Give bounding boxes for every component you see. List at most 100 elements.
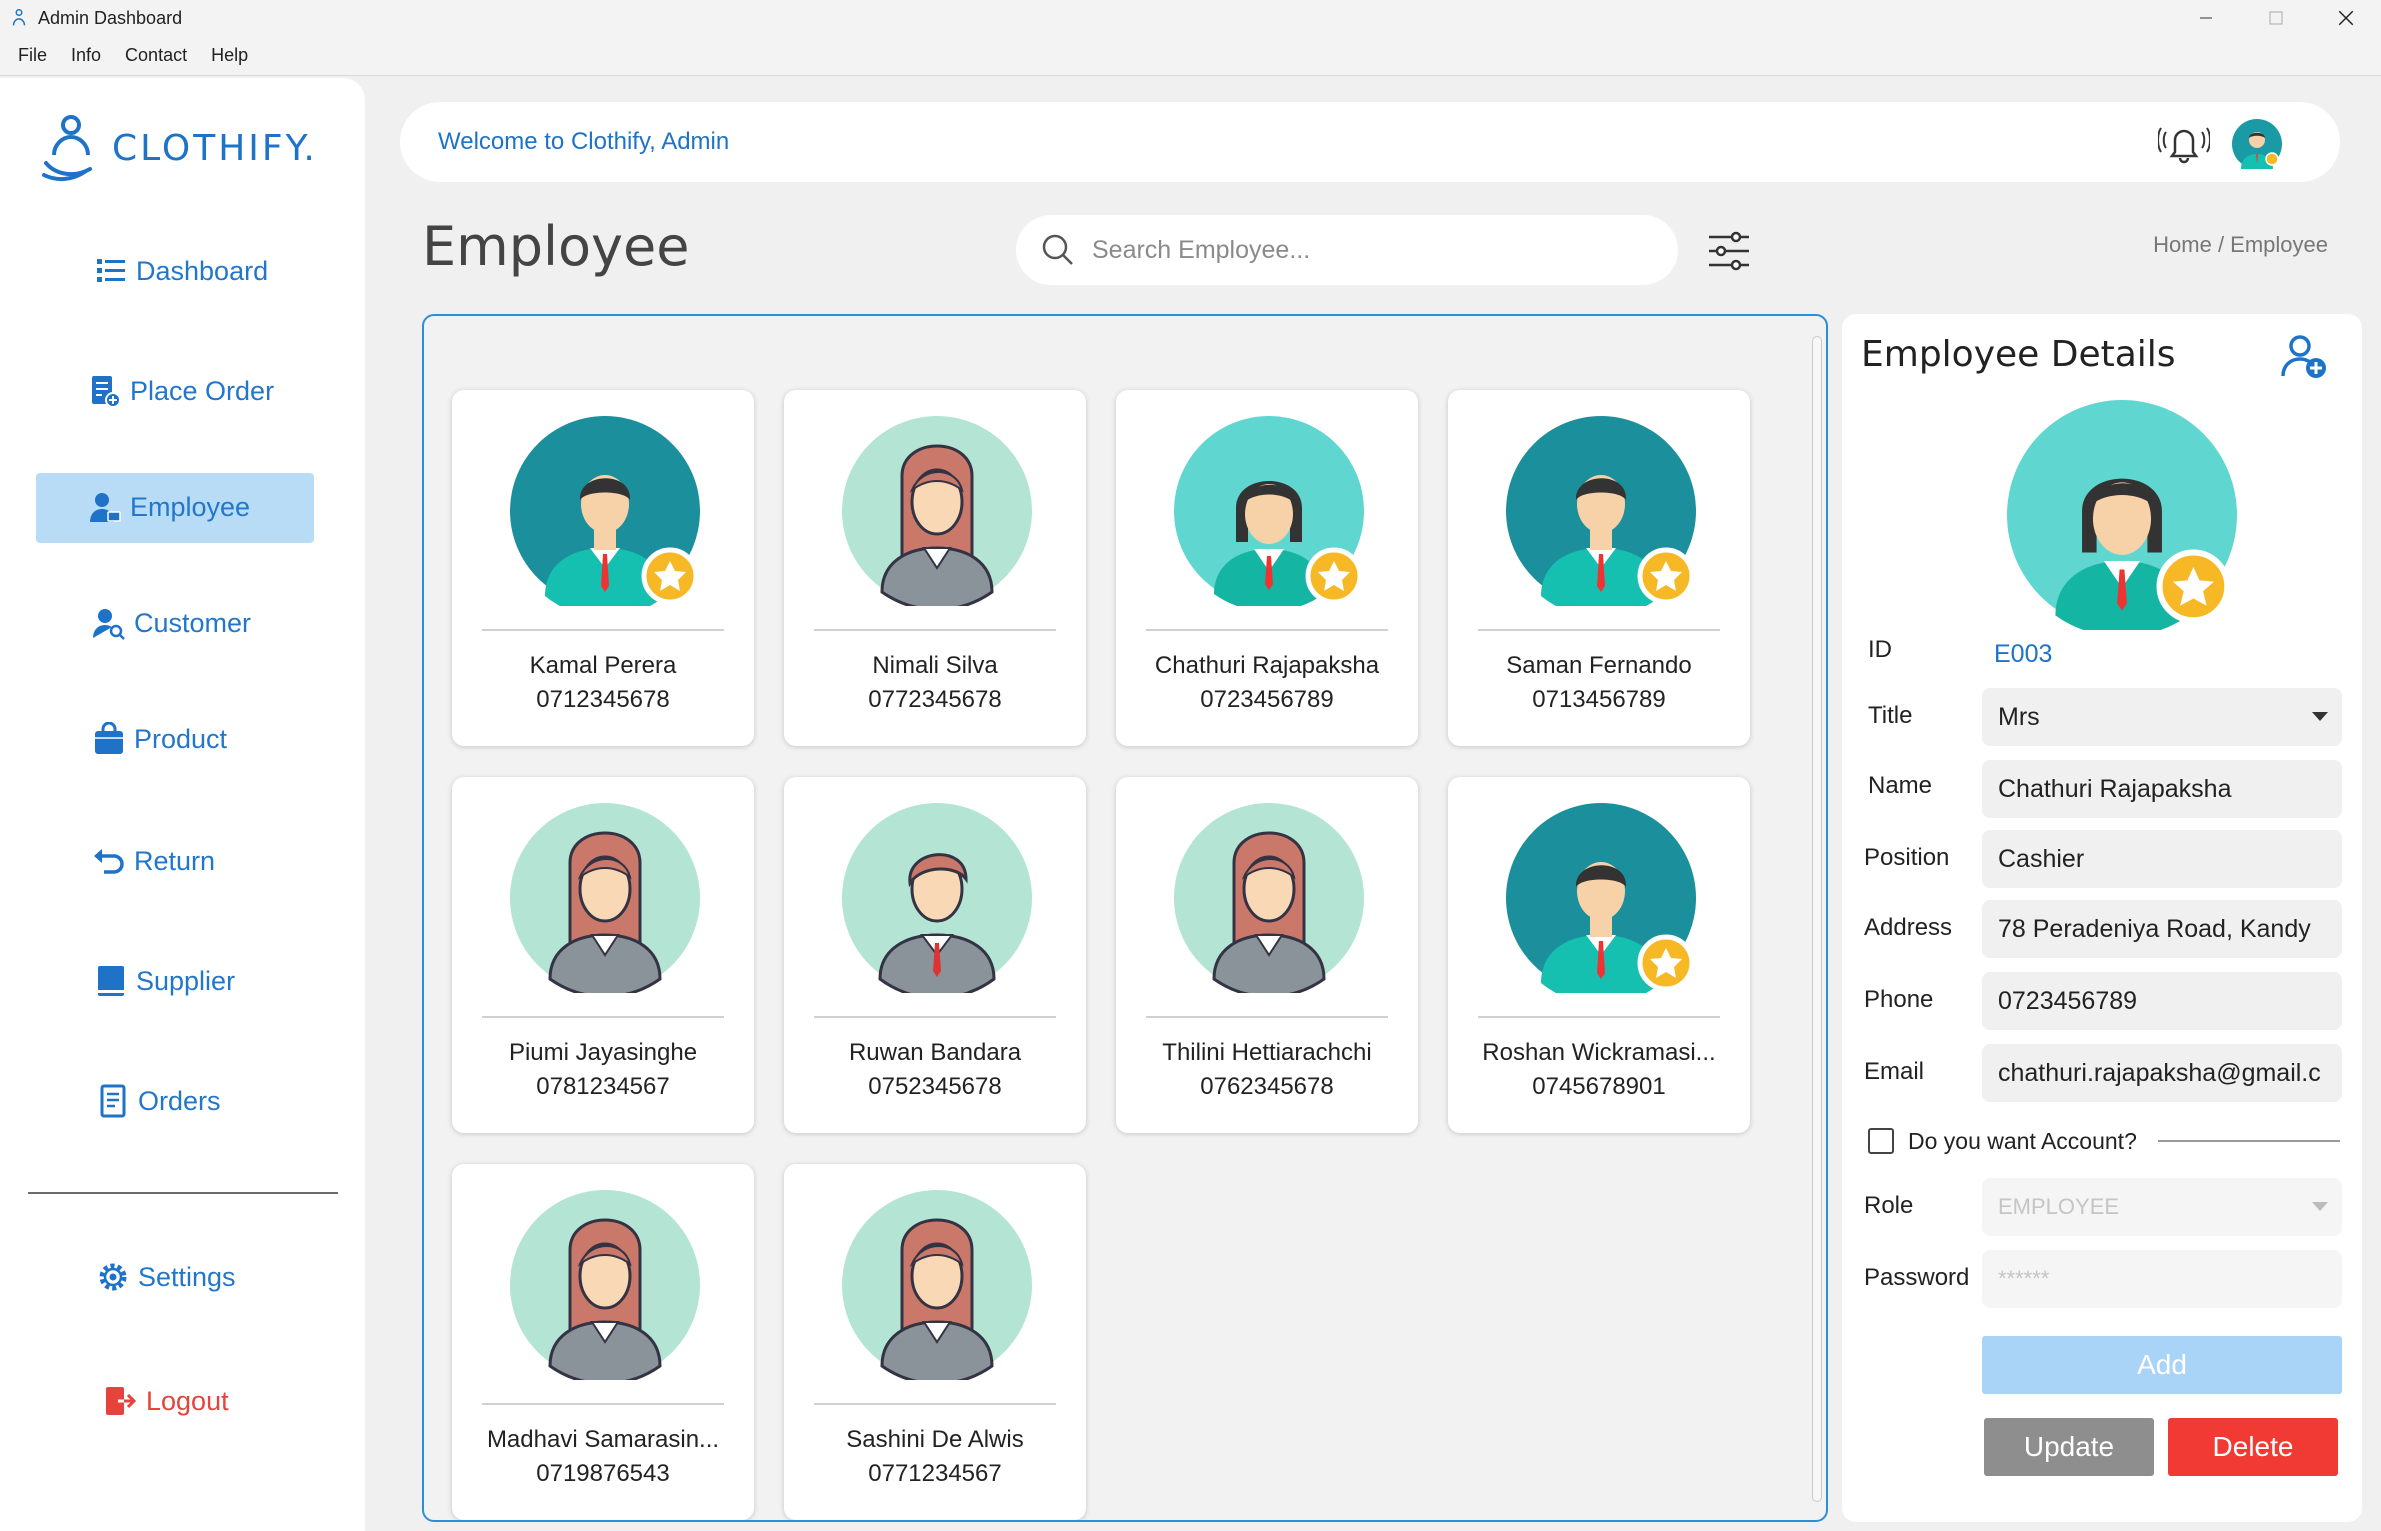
brand-logo: CLOTHIFY. [40, 113, 318, 183]
card-divider [814, 1403, 1056, 1405]
account-checkbox[interactable] [1868, 1128, 1894, 1154]
email-field[interactable]: chathuri.rajapaksha@gmail.c [1982, 1044, 2342, 1102]
password-field[interactable]: ****** [1982, 1250, 2342, 1308]
employee-card[interactable]: Ruwan Bandara 0752345678 [784, 777, 1086, 1133]
menu-contact[interactable]: Contact [125, 45, 187, 66]
add-button[interactable]: Add [1982, 1336, 2342, 1394]
order-form-icon [92, 376, 121, 408]
menu-help[interactable]: Help [211, 45, 248, 66]
notification-bell-icon[interactable] [2158, 120, 2210, 164]
list-icon [97, 259, 125, 282]
card-divider [482, 1403, 724, 1405]
sidebar-item-dashboard[interactable]: Dashboard [94, 254, 268, 288]
sidebar-item-product[interactable]: Product [92, 722, 227, 756]
minimize-button[interactable] [2171, 0, 2241, 36]
sidebar-item-label: Dashboard [136, 255, 269, 286]
employee-card[interactable]: Nimali Silva 0772345678 [784, 390, 1086, 746]
top-header: Welcome to Clothify, Admin [400, 102, 2340, 182]
sidebar-item-logout[interactable]: Logout [104, 1384, 229, 1418]
employee-phone: 0771234567 [868, 1460, 1002, 1487]
position-field[interactable]: Cashier [1982, 830, 2342, 888]
employee-id-value: E003 [1994, 640, 2053, 668]
product-bag-icon [95, 722, 123, 754]
menu-info[interactable]: Info [71, 45, 101, 66]
chevron-down-icon [2312, 1202, 2328, 1211]
return-arrow-icon [94, 849, 124, 874]
window-titlebar: Admin Dashboard [0, 0, 2381, 36]
sidebar-item-employee[interactable]: Employee [88, 490, 250, 524]
card-divider [1478, 1016, 1720, 1018]
sidebar-item-label: Orders [138, 1085, 221, 1116]
sidebar-item-customer[interactable]: Customer [92, 606, 251, 640]
card-divider [482, 629, 724, 631]
welcome-text: Welcome to Clothify, Admin [438, 128, 730, 155]
menu-file[interactable]: File [18, 45, 47, 66]
phone-field[interactable]: 0723456789 [1982, 972, 2342, 1030]
delete-button[interactable]: Delete [2168, 1418, 2338, 1476]
sidebar-item-label: Customer [134, 607, 252, 638]
employee-name: Roshan Wickramasi... [1482, 1039, 1716, 1066]
name-field[interactable]: Chathuri Rajapaksha [1982, 760, 2342, 818]
employee-phone: 0745678901 [1532, 1073, 1666, 1100]
close-button[interactable] [2311, 0, 2381, 36]
menu-bar: File Info Contact Help [0, 36, 2381, 76]
name-label: Name [1868, 772, 1933, 799]
address-label: Address [1864, 914, 1953, 941]
employee-card[interactable]: Roshan Wickramasi... 0745678901 [1448, 777, 1750, 1133]
sidebar-item-supplier[interactable]: Supplier [94, 964, 235, 998]
employee-name: Nimali Silva [872, 652, 998, 679]
employee-phone: 0712345678 [536, 686, 670, 713]
employee-card[interactable]: Saman Fernando 0713456789 [1448, 390, 1750, 746]
selected-employee-avatar [2007, 400, 2237, 630]
add-user-icon[interactable] [2280, 332, 2330, 382]
sidebar-divider [28, 1192, 338, 1194]
employee-name: Thilini Hettiarachchi [1162, 1039, 1372, 1066]
employee-card[interactable]: Kamal Perera 0712345678 [452, 390, 754, 746]
sidebar-item-place-order[interactable]: Place Order [88, 374, 274, 408]
employee-card[interactable]: Madhavi Samarasin... 0719876543 [452, 1164, 754, 1520]
orders-receipt-icon [100, 1084, 126, 1118]
employee-card[interactable]: Thilini Hettiarachchi 0762345678 [1116, 777, 1418, 1133]
title-label: Title [1868, 702, 1913, 729]
id-label: ID [1868, 636, 1892, 663]
employee-avatar [1174, 416, 1364, 606]
logout-icon [106, 1387, 137, 1415]
employee-name: Piumi Jayasinghe [508, 1039, 698, 1066]
employee-avatar [1174, 803, 1364, 993]
employee-card[interactable]: Sashini De Alwis 0771234567 [784, 1164, 1086, 1520]
employee-name: Kamal Perera [529, 652, 677, 679]
vertical-scrollbar[interactable] [1812, 336, 1822, 1502]
employee-avatar [510, 416, 700, 606]
search-input[interactable] [1092, 235, 1612, 265]
breadcrumb: Home / Employee [2153, 232, 2328, 257]
employee-avatar [842, 416, 1032, 606]
employee-name: Ruwan Bandara [848, 1039, 1022, 1066]
employee-phone: 0719876543 [536, 1460, 670, 1487]
update-button[interactable]: Update [1984, 1418, 2154, 1476]
account-checkbox-label: Do you want Account? [1908, 1128, 2137, 1154]
sidebar-item-return[interactable]: Return [92, 844, 215, 878]
employee-card[interactable]: Chathuri Rajapaksha 0723456789 [1116, 390, 1418, 746]
sidebar-item-settings[interactable]: Settings [96, 1260, 236, 1294]
role-select[interactable]: EMPLOYEE [1982, 1178, 2342, 1236]
employee-card[interactable]: Piumi Jayasinghe 0781234567 [452, 777, 754, 1133]
details-heading: Employee Details [1861, 334, 2176, 375]
admin-avatar[interactable] [2232, 119, 2282, 169]
address-field[interactable]: 78 Peradeniya Road, Kandy [1982, 900, 2342, 958]
employee-name: Saman Fernando [1506, 652, 1692, 679]
title-select[interactable]: Mrs [1982, 688, 2342, 746]
employee-avatar [842, 1190, 1032, 1380]
clothify-logo-icon [42, 115, 92, 182]
employee-icon [90, 493, 121, 522]
maximize-button[interactable] [2241, 0, 2311, 36]
sidebar-item-label: Place Order [130, 375, 275, 406]
filter-sliders-icon[interactable] [1706, 228, 1752, 274]
employee-phone: 0752345678 [868, 1073, 1002, 1100]
gear-icon [99, 1263, 127, 1291]
employee-avatar [510, 1190, 700, 1380]
employee-phone: 0781234567 [536, 1073, 670, 1100]
sidebar-item-label: Return [134, 845, 216, 876]
sidebar-item-orders[interactable]: Orders [96, 1084, 221, 1118]
app-logo-icon [12, 9, 26, 26]
employee-phone: 0713456789 [1532, 686, 1666, 713]
